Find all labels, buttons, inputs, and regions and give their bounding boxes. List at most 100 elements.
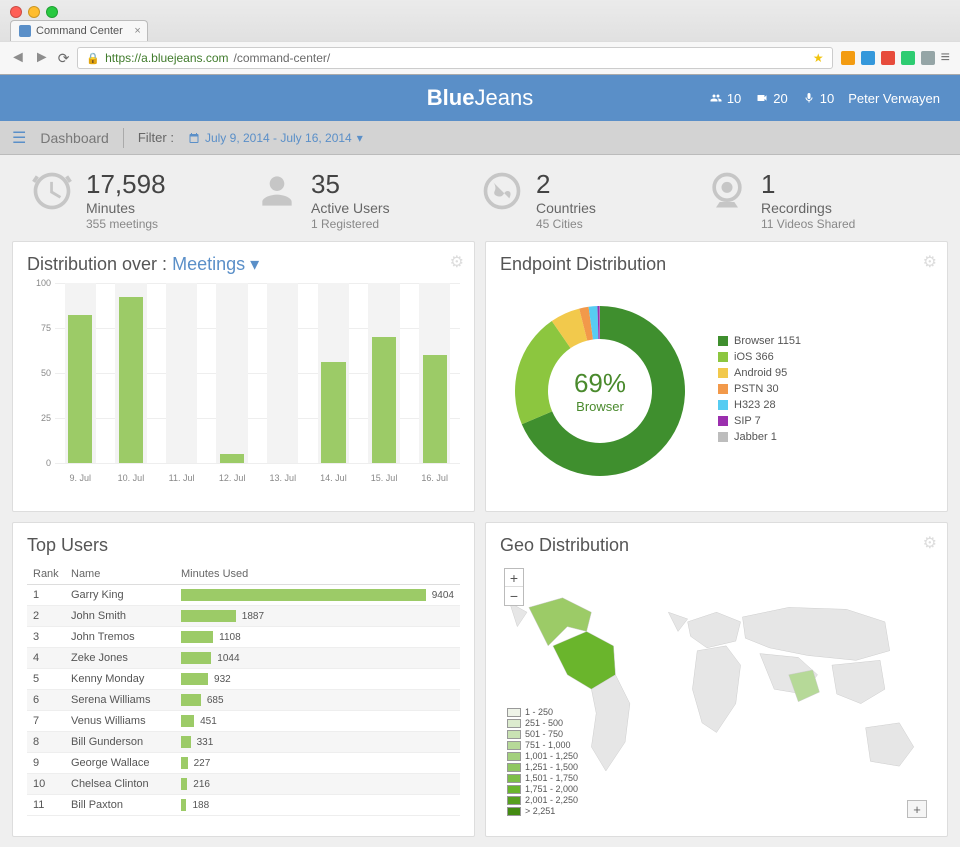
- legend-item: 751 - 1,000: [507, 740, 578, 750]
- browser-tab[interactable]: Command Center ×: [10, 20, 148, 41]
- gear-icon[interactable]: ⚙: [923, 252, 937, 272]
- map-expand-button[interactable]: +: [907, 800, 927, 818]
- bar[interactable]: [207, 283, 258, 463]
- url-bar: ◄ ► ⟳ 🔒 https://a.bluejeans.com/command-…: [0, 41, 960, 74]
- zoom-out-button[interactable]: −: [505, 587, 523, 605]
- star-icon[interactable]: ★: [813, 51, 824, 65]
- table-row[interactable]: 8Bill Gunderson331: [27, 732, 460, 753]
- zoom-in-button[interactable]: +: [505, 569, 523, 587]
- tab-bar: Command Center ×: [0, 20, 960, 41]
- bar[interactable]: [156, 283, 207, 463]
- table-row[interactable]: 10Chelsea Clinton216: [27, 774, 460, 795]
- stat-value: 1: [761, 169, 855, 200]
- clock-icon: [30, 169, 74, 213]
- legend-item: 1,001 - 1,250: [507, 751, 578, 761]
- endpoint-panel: ⚙ Endpoint Distribution 69% Browser Brow…: [485, 241, 948, 512]
- ext-icon[interactable]: [861, 51, 875, 65]
- stat-label: Active Users: [311, 200, 390, 216]
- gear-icon[interactable]: ⚙: [923, 533, 937, 553]
- ext-icon[interactable]: [841, 51, 855, 65]
- tab-favicon-icon: [19, 25, 31, 37]
- ext-icon[interactable]: [921, 51, 935, 65]
- table-row[interactable]: 3John Tremos1108: [27, 627, 460, 648]
- url-path: /command-center/: [234, 51, 331, 65]
- endpoint-legend: Browser 1151 iOS 366 Android 95 PSTN 30 H323…: [718, 335, 801, 447]
- menu-icon[interactable]: ☰: [12, 128, 26, 148]
- chevron-down-icon: ▾: [357, 131, 363, 145]
- window-minimize[interactable]: [28, 6, 40, 18]
- legend-item[interactable]: iOS 366: [718, 351, 801, 363]
- legend-item: 1 - 250: [507, 707, 578, 717]
- brand-logo: BlueJeans: [427, 85, 533, 111]
- zoom-controls: + −: [504, 568, 524, 606]
- stats-row: 17,598 Minutes 355 meetings 35 Active Us…: [0, 155, 960, 241]
- table-row[interactable]: 5Kenny Monday932: [27, 669, 460, 690]
- stat-value: 17,598: [86, 169, 166, 200]
- ext-icon[interactable]: [881, 51, 895, 65]
- donut-label: Browser: [574, 399, 626, 414]
- legend-item: 1,751 - 2,000: [507, 784, 578, 794]
- header-user[interactable]: Peter Verwayen: [848, 91, 940, 106]
- tab-close-icon[interactable]: ×: [134, 25, 140, 37]
- window-controls: [0, 0, 960, 20]
- table-row[interactable]: 7Venus Williams451: [27, 711, 460, 732]
- header-right: 10 20 10 Peter Verwayen: [709, 91, 940, 106]
- filter-label: Filter :: [138, 130, 174, 145]
- nav-forward-icon[interactable]: ►: [34, 49, 50, 67]
- toolbar: ☰ Dashboard Filter : July 9, 2014 - July…: [0, 121, 960, 155]
- table-row[interactable]: 2John Smith1887: [27, 606, 460, 627]
- bar-chart: 02550751009. Jul10. Jul11. Jul12. Jul13.…: [27, 283, 460, 483]
- geo-map[interactable]: + −: [500, 564, 933, 824]
- legend-item[interactable]: SIP 7: [718, 415, 801, 427]
- table-row[interactable]: 9George Wallace227: [27, 753, 460, 774]
- legend-item[interactable]: Jabber 1: [718, 431, 801, 443]
- mic-icon: [802, 92, 816, 104]
- table-row[interactable]: 4Zeke Jones1044: [27, 648, 460, 669]
- legend-item[interactable]: PSTN 30: [718, 383, 801, 395]
- calendar-icon: [188, 132, 200, 144]
- geo-title: Geo Distribution: [500, 535, 933, 556]
- window-maximize[interactable]: [46, 6, 58, 18]
- ext-icon[interactable]: [901, 51, 915, 65]
- bar[interactable]: [409, 283, 460, 463]
- nav-back-icon[interactable]: ◄: [10, 49, 26, 67]
- gear-icon[interactable]: ⚙: [450, 252, 464, 272]
- legend-item: 1,501 - 1,750: [507, 773, 578, 783]
- bar[interactable]: [55, 283, 106, 463]
- stat-recordings: 1 Recordings 11 Videos Shared: [705, 169, 930, 231]
- video-icon: [755, 92, 769, 104]
- col-minutes: Minutes Used: [175, 564, 460, 585]
- donut-slice[interactable]: [515, 321, 571, 424]
- lock-icon: 🔒: [86, 52, 100, 65]
- table-row[interactable]: 1Garry King9404: [27, 585, 460, 606]
- legend-item[interactable]: Android 95: [718, 367, 801, 379]
- table-row[interactable]: 11Bill Paxton188: [27, 795, 460, 816]
- donut-chart: 69% Browser: [500, 291, 700, 491]
- window-close[interactable]: [10, 6, 22, 18]
- page-title: Dashboard: [40, 130, 109, 146]
- distribution-dropdown[interactable]: Meetings ▾: [172, 254, 259, 274]
- legend-item[interactable]: Browser 1151: [718, 335, 801, 347]
- bar[interactable]: [308, 283, 359, 463]
- stat-sub: 11 Videos Shared: [761, 217, 855, 231]
- app-header: BlueJeans 10 20 10 Peter Verwayen: [0, 75, 960, 121]
- header-participants[interactable]: 10: [709, 91, 741, 106]
- stat-minutes: 17,598 Minutes 355 meetings: [30, 169, 255, 231]
- header-audio[interactable]: 10: [802, 91, 834, 106]
- col-name: Name: [65, 564, 175, 585]
- donut-center: 69% Browser: [574, 368, 626, 414]
- bar[interactable]: [258, 283, 309, 463]
- reload-icon[interactable]: ⟳: [58, 50, 70, 67]
- bar[interactable]: [106, 283, 157, 463]
- filter-date-range[interactable]: July 9, 2014 - July 16, 2014 ▾: [188, 131, 363, 145]
- legend-item: 501 - 750: [507, 729, 578, 739]
- top-users-panel: Top Users Rank Name Minutes Used 1Garry …: [12, 522, 475, 837]
- url-field[interactable]: 🔒 https://a.bluejeans.com/command-center…: [77, 47, 832, 69]
- bar[interactable]: [359, 283, 410, 463]
- legend-item[interactable]: H323 28: [718, 399, 801, 411]
- table-row[interactable]: 6Serena Williams685: [27, 690, 460, 711]
- users-table: Rank Name Minutes Used 1Garry King94042J…: [27, 564, 460, 816]
- donut-wrap: 69% Browser Browser 1151 iOS 366 Android 9…: [500, 283, 933, 499]
- chrome-menu-icon[interactable]: ≡: [941, 49, 950, 67]
- header-video[interactable]: 20: [755, 91, 787, 106]
